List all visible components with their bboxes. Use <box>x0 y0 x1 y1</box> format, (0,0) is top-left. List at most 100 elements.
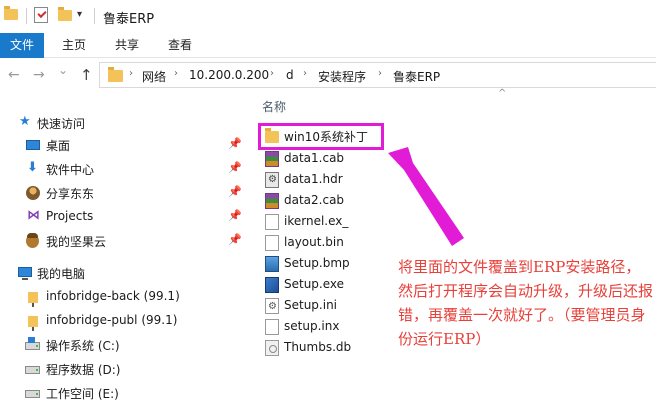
file-name: Thumbs.db <box>284 340 352 354</box>
desktop-icon <box>26 140 40 150</box>
sort-caret-icon: ^ <box>498 88 507 99</box>
annotation-text: 将里面的文件覆盖到ERP安装路径，然后打开程序会自动升级，升级后还报错，再覆盖一… <box>398 258 654 348</box>
sidebar-item-share[interactable]: 分享东东 📌 <box>0 182 248 204</box>
archive-icon <box>265 151 279 167</box>
image-file-icon <box>265 256 279 272</box>
tab-file[interactable]: 文件 <box>0 33 44 58</box>
sidebar-item-label: 工作空间 (E:) <box>46 387 119 401</box>
recent-locations-icon[interactable]: ⌄ <box>58 63 68 77</box>
tab-view[interactable]: 查看 <box>158 33 202 58</box>
customize-quick-access-dropdown[interactable]: ▾ <box>77 9 82 20</box>
sidebar-item-drive-c[interactable]: 操作系统 (C:) <box>0 334 248 356</box>
list-item[interactable]: data1.hdr <box>262 169 462 190</box>
breadcrumb-network[interactable]: 网络 <box>142 68 166 85</box>
breadcrumb-separator: › <box>378 68 382 79</box>
sidebar-item-label: infobridge-publ (99.1) <box>46 313 178 327</box>
file-name: setup.inx <box>284 319 340 333</box>
file-icon <box>265 235 279 251</box>
sidebar-item-software-center[interactable]: ⬇ 软件中心 📌 <box>0 158 248 180</box>
pin-icon[interactable]: 📌 <box>228 161 242 174</box>
tab-home[interactable]: 主页 <box>52 33 96 58</box>
download-icon: ⬇ <box>27 160 38 175</box>
pin-icon[interactable]: 📌 <box>228 185 242 198</box>
navigation-bar: ← → ⌄ ↑ › 网络 › 10.200.0.200 › d › 安装程序 ›… <box>0 58 656 92</box>
list-item[interactable]: ikernel.ex_ <box>262 211 462 232</box>
sidebar-item-drive-e[interactable]: 工作空间 (E:) <box>0 382 248 404</box>
file-name: ikernel.ex_ <box>284 214 349 228</box>
database-file-icon <box>265 340 279 356</box>
file-name: Setup.ini <box>284 298 338 312</box>
toolbar-separator <box>94 8 95 24</box>
file-name: Setup.bmp <box>284 256 350 270</box>
sidebar-item-label: 我的坚果云 <box>46 235 107 249</box>
title-bar: ▾ 鲁泰ERP <box>0 0 656 33</box>
sidebar-item-label: infobridge-back (99.1) <box>46 289 180 303</box>
up-arrow-icon[interactable]: ↑ <box>80 66 93 84</box>
highlight-box <box>258 123 384 150</box>
system-drive-icon <box>25 337 40 350</box>
sidebar-item-this-pc[interactable]: 我的电脑 <box>0 262 248 284</box>
file-name: data1.hdr <box>284 172 343 186</box>
list-item[interactable]: data1.cab <box>262 148 462 169</box>
breadcrumb-separator: › <box>303 68 307 79</box>
folder-icon <box>108 67 123 82</box>
sidebar-item-network-drive[interactable]: infobridge-publ (99.1) <box>0 310 248 332</box>
network-drive-icon <box>28 292 38 307</box>
breadcrumb-separator: › <box>174 68 178 79</box>
computer-icon <box>18 267 32 280</box>
visual-studio-icon: ⋈ <box>27 208 40 223</box>
new-folder-icon[interactable] <box>58 7 72 21</box>
pin-icon[interactable]: 📌 <box>228 137 242 150</box>
address-bar[interactable]: › 网络 › 10.200.0.200 › d › 安装程序 › 鲁泰ERP <box>99 62 656 88</box>
sidebar-item-projects[interactable]: ⋈ Projects 📌 <box>0 206 248 228</box>
sidebar-item-drive-d[interactable]: 程序数据 (D:) <box>0 358 248 380</box>
sidebar-item-label: 我的电脑 <box>37 267 86 281</box>
sidebar-item-label: 分享东东 <box>46 187 95 201</box>
installer-icon <box>265 277 279 293</box>
sidebar-item-label: 程序数据 (D:) <box>46 363 121 377</box>
network-drive-icon <box>28 316 38 331</box>
drive-icon <box>25 390 40 398</box>
share-icon <box>26 186 40 200</box>
forward-arrow-icon[interactable]: → <box>33 67 45 83</box>
folder-icon <box>4 6 18 20</box>
window-title: 鲁泰ERP <box>103 12 155 27</box>
pin-icon[interactable]: 📌 <box>228 209 242 222</box>
archive-icon <box>265 193 279 209</box>
column-header-name[interactable]: 名称 <box>262 98 286 115</box>
file-icon <box>265 214 279 230</box>
sidebar-item-label: 操作系统 (C:) <box>46 339 120 353</box>
sidebar-item-nutstore[interactable]: 我的坚果云 📌 <box>0 230 248 252</box>
sidebar-item-label: Projects <box>46 209 94 223</box>
pin-icon[interactable]: 📌 <box>228 233 242 246</box>
navigation-pane: ★ 快速访问 桌面 📌 ⬇ 软件中心 📌 分享东东 📌 ⋈ Projects 📌… <box>0 92 248 405</box>
file-name: data2.cab <box>284 193 345 207</box>
sidebar-item-label: 软件中心 <box>46 163 95 177</box>
toolbar-separator <box>26 8 27 24</box>
tab-share[interactable]: 共享 <box>105 33 149 58</box>
file-icon <box>265 319 279 335</box>
sidebar-item-desktop[interactable]: 桌面 📌 <box>0 134 248 156</box>
list-item[interactable]: data2.cab <box>262 190 462 211</box>
settings-file-icon <box>265 172 279 188</box>
back-arrow-icon[interactable]: ← <box>8 67 20 83</box>
file-name: Setup.exe <box>284 277 345 291</box>
sidebar-item-label: 桌面 <box>46 139 71 153</box>
breadcrumb-current-folder[interactable]: 鲁泰ERP <box>393 68 440 85</box>
breadcrumb-separator: › <box>270 68 274 79</box>
star-icon: ★ <box>19 114 31 129</box>
ribbon-tabs: 文件 主页 共享 查看 <box>0 33 656 58</box>
nutstore-icon <box>26 233 39 248</box>
config-file-icon <box>265 298 279 314</box>
sidebar-item-quick-access[interactable]: ★ 快速访问 <box>0 112 248 134</box>
file-name: data1.cab <box>284 151 345 165</box>
breadcrumb-separator: › <box>129 68 133 79</box>
sidebar-item-label: 快速访问 <box>37 117 86 131</box>
breadcrumb-host[interactable]: 10.200.0.200 <box>189 68 269 82</box>
properties-icon[interactable] <box>34 7 48 23</box>
list-item[interactable]: layout.bin <box>262 232 462 253</box>
file-name: layout.bin <box>284 235 344 249</box>
breadcrumb-share-d[interactable]: d <box>286 68 294 82</box>
sidebar-item-network-drive[interactable]: infobridge-back (99.1) <box>0 286 248 308</box>
breadcrumb-installers[interactable]: 安装程序 <box>318 68 366 85</box>
